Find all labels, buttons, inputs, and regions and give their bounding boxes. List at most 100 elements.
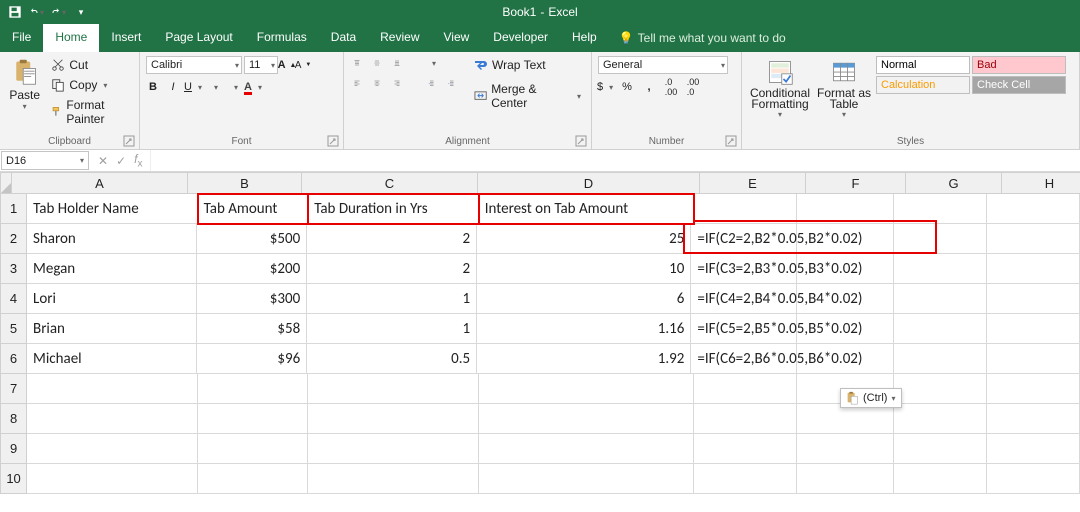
cell-H7[interactable]	[987, 374, 1080, 404]
cell-B8[interactable]	[198, 404, 309, 434]
tab-home[interactable]: Home	[43, 24, 99, 52]
percent-format-icon[interactable]: %	[620, 80, 634, 94]
cell-H5[interactable]	[987, 314, 1080, 344]
cell-B4[interactable]: $300	[197, 284, 307, 314]
tell-me-search[interactable]: 💡Tell me what you want to do	[609, 24, 796, 52]
cell-G9[interactable]	[894, 434, 987, 464]
tab-insert[interactable]: Insert	[99, 24, 153, 52]
decrease-font-icon[interactable]: A▼	[296, 58, 310, 72]
tab-developer[interactable]: Developer	[481, 24, 560, 52]
cell-C4[interactable]: 1	[307, 284, 477, 314]
row-header-6[interactable]: 6	[0, 344, 27, 374]
cell-F10[interactable]	[797, 464, 894, 494]
col-header-C[interactable]: C	[302, 172, 478, 194]
borders-button[interactable]	[206, 80, 220, 94]
align-right-icon[interactable]	[390, 76, 404, 90]
cell-A2[interactable]: Sharon	[27, 224, 197, 254]
cell-D7[interactable]	[479, 374, 694, 404]
increase-indent-icon[interactable]	[444, 76, 458, 90]
cell-H10[interactable]	[987, 464, 1080, 494]
cell-D1[interactable]: Interest on Tab Amount	[479, 194, 694, 224]
row-header-9[interactable]: 9	[0, 434, 27, 464]
format-painter-button[interactable]: Format Painter	[47, 96, 133, 128]
cell-E3[interactable]: =IF(C3=2,B3*0.05,B3*0.02)	[691, 254, 797, 284]
row-header-2[interactable]: 2	[0, 224, 27, 254]
align-middle-icon[interactable]	[370, 56, 384, 70]
row-header-5[interactable]: 5	[0, 314, 27, 344]
fx-icon[interactable]: fx	[134, 152, 142, 169]
font-size-select[interactable]: 11▾	[244, 56, 278, 74]
cell-E4[interactable]: =IF(C4=2,B4*0.05,B4*0.02)	[691, 284, 797, 314]
row-header-7[interactable]: 7	[0, 374, 27, 404]
worksheet-grid[interactable]: ABCDEFGH 1Tab Holder NameTab AmountTab D…	[0, 172, 1080, 494]
cell-H1[interactable]	[987, 194, 1080, 224]
cell-G10[interactable]	[894, 464, 987, 494]
save-icon[interactable]	[8, 5, 22, 19]
row-header-3[interactable]: 3	[0, 254, 27, 284]
formula-input[interactable]	[150, 150, 1080, 171]
cell-H8[interactable]	[987, 404, 1080, 434]
cell-D3[interactable]: 10	[477, 254, 691, 284]
select-all-corner[interactable]	[0, 172, 12, 194]
cell-B9[interactable]	[198, 434, 309, 464]
italic-button[interactable]: I	[166, 80, 180, 94]
cell-D10[interactable]	[479, 464, 694, 494]
col-header-A[interactable]: A	[12, 172, 188, 194]
cell-D4[interactable]: 6	[477, 284, 691, 314]
cell-E8[interactable]	[694, 404, 797, 434]
tab-file[interactable]: File	[0, 24, 43, 52]
cell-G3[interactable]	[894, 254, 987, 284]
align-top-icon[interactable]	[350, 56, 364, 70]
col-header-H[interactable]: H	[1002, 172, 1080, 194]
orientation-icon[interactable]	[424, 56, 438, 70]
copy-button[interactable]: Copy	[47, 76, 133, 94]
row-header-1[interactable]: 1	[0, 194, 27, 224]
name-box[interactable]: D16 ▾	[1, 151, 89, 170]
cell-A7[interactable]	[27, 374, 198, 404]
number-format-select[interactable]: General▾	[598, 56, 728, 74]
increase-font-icon[interactable]: A▲	[280, 58, 294, 72]
clipboard-launcher-icon[interactable]	[123, 135, 135, 147]
cell-H9[interactable]	[987, 434, 1080, 464]
decrease-indent-icon[interactable]	[424, 76, 438, 90]
cell-H3[interactable]	[987, 254, 1080, 284]
number-launcher-icon[interactable]	[725, 135, 737, 147]
cell-B2[interactable]: $500	[197, 224, 307, 254]
cell-B6[interactable]: $96	[197, 344, 307, 374]
col-header-G[interactable]: G	[906, 172, 1002, 194]
cell-F1[interactable]	[797, 194, 894, 224]
accounting-format-icon[interactable]: $	[598, 80, 612, 94]
paste-options-button[interactable]: (Ctrl) ▾	[840, 388, 902, 408]
cell-A9[interactable]	[27, 434, 198, 464]
cancel-formula-icon[interactable]: ✕	[98, 154, 108, 168]
row-header-4[interactable]: 4	[0, 284, 27, 314]
cell-B7[interactable]	[198, 374, 309, 404]
cell-C3[interactable]: 2	[307, 254, 477, 284]
cell-D9[interactable]	[479, 434, 694, 464]
redo-icon[interactable]	[52, 5, 66, 19]
cell-E6[interactable]: =IF(C6=2,B6*0.05,B6*0.02)	[691, 344, 797, 374]
cell-G2[interactable]	[894, 224, 987, 254]
format-as-table-button[interactable]: Format as Table▾	[816, 56, 872, 121]
style-swatch-bad[interactable]: Bad	[972, 56, 1066, 74]
enter-formula-icon[interactable]: ✓	[116, 154, 126, 168]
tab-formulas[interactable]: Formulas	[245, 24, 319, 52]
paste-button[interactable]: Paste ▾	[6, 56, 43, 113]
undo-icon[interactable]	[30, 5, 44, 19]
style-swatch-normal[interactable]: Normal	[876, 56, 970, 74]
cell-E2[interactable]: =IF(C2=2,B2*0.05,B2*0.02)	[691, 224, 797, 254]
cell-C9[interactable]	[308, 434, 479, 464]
col-header-E[interactable]: E	[700, 172, 806, 194]
cell-C8[interactable]	[308, 404, 479, 434]
conditional-formatting-button[interactable]: Conditional Formatting▾	[748, 56, 812, 121]
style-swatch-check-cell[interactable]: Check Cell	[972, 76, 1066, 94]
font-face-select[interactable]: Calibri▾	[146, 56, 242, 74]
cut-button[interactable]: Cut	[47, 56, 133, 74]
cell-A1[interactable]: Tab Holder Name	[27, 194, 198, 224]
row-header-8[interactable]: 8	[0, 404, 27, 434]
qat-customize-icon[interactable]: ▾	[74, 5, 88, 19]
comma-format-icon[interactable]: ,	[642, 80, 656, 94]
cell-E10[interactable]	[694, 464, 797, 494]
bold-button[interactable]: B	[146, 80, 160, 94]
cell-A4[interactable]: Lori	[27, 284, 197, 314]
